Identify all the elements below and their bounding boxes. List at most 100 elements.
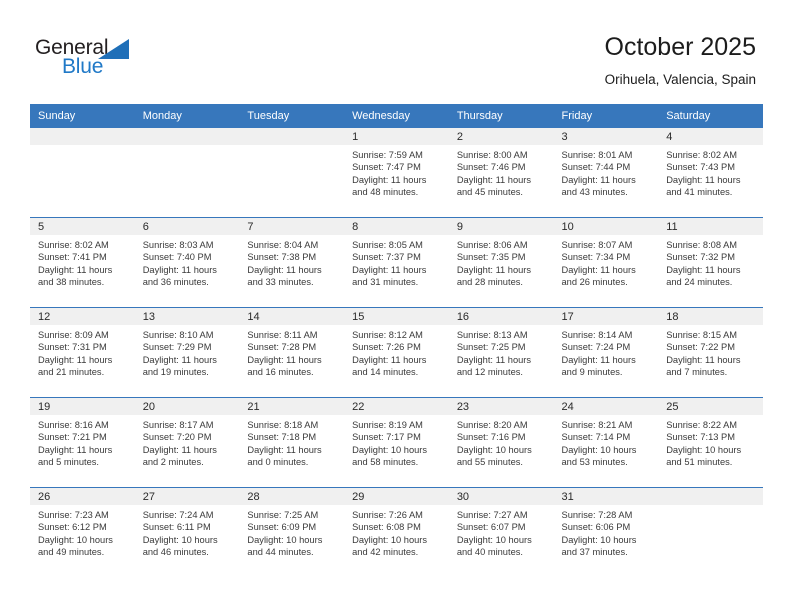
calendar-day-cell[interactable]: 1 Sunrise: 7:59 AM Sunset: 7:47 PM Daylight…	[344, 128, 449, 218]
day-number: 9	[448, 218, 554, 235]
day-sun-info: Sunrise: 8:02 AM Sunset: 7:41 PM Daylight:…	[30, 235, 135, 289]
day-sunset-text: Sunset: 7:16 PM	[456, 432, 526, 443]
day-number: 13	[134, 308, 240, 325]
day-sun-info: Sunrise: 8:07 AM Sunset: 7:34 PM Daylight:…	[554, 235, 659, 289]
calendar-day-cell[interactable]: 16 Sunrise: 8:13 AM Sunset: 7:25 PM Dayligh…	[448, 307, 554, 398]
day-daylight-line1-text: Daylight: 10 hours	[456, 534, 532, 545]
day-sunrise-text: Sunrise: 7:23 AM	[38, 510, 109, 520]
day-sun-info: Sunrise: 8:10 AM Sunset: 7:29 PM Daylight:…	[135, 325, 240, 379]
day-sun-info: Sunrise: 8:16 AM Sunset: 7:21 PM Daylight:…	[30, 415, 135, 469]
calendar-day-cell[interactable]: 22 Sunrise: 8:19 AM Sunset: 7:17 PM Dayligh…	[344, 397, 449, 488]
day-number: 17	[553, 308, 659, 325]
day-number	[30, 128, 135, 145]
day-cell-inner: 10 Sunrise: 8:07 AM Sunset: 7:34 PM Dayligh…	[553, 218, 659, 307]
day-daylight-line2-text: and 33 minutes.	[247, 277, 314, 288]
calendar-day-cell[interactable]: 8 Sunrise: 8:05 AM Sunset: 7:37 PM Daylight…	[344, 217, 449, 308]
day-daylight-line1-text: Daylight: 10 hours	[352, 534, 428, 545]
calendar-day-cell[interactable]: 20 Sunrise: 8:17 AM Sunset: 7:20 PM Dayligh…	[134, 397, 240, 488]
day-sun-info: Sunrise: 8:02 AM Sunset: 7:43 PM Daylight:…	[658, 145, 763, 199]
day-number: 8	[344, 218, 449, 235]
day-number	[239, 128, 345, 145]
calendar-day-cell[interactable]: 17 Sunrise: 8:14 AM Sunset: 7:24 PM Dayligh…	[553, 307, 659, 398]
calendar-day-cell[interactable]: 18 Sunrise: 8:15 AM Sunset: 7:22 PM Dayligh…	[658, 307, 763, 398]
logo-text-blue: Blue	[62, 55, 104, 78]
day-sunrise-text: Sunrise: 8:02 AM	[38, 240, 109, 250]
day-sun-info: Sunrise: 7:25 AM Sunset: 6:09 PM Daylight:…	[239, 505, 344, 559]
day-daylight-line2-text: and 37 minutes.	[561, 547, 628, 558]
day-cell-inner: 19 Sunrise: 8:16 AM Sunset: 7:21 PM Dayligh…	[30, 398, 135, 487]
day-number: 21	[239, 398, 345, 415]
calendar-day-cell[interactable]: 3 Sunrise: 8:01 AM Sunset: 7:44 PM Daylight…	[553, 128, 659, 218]
calendar-day-cell[interactable]: 29 Sunrise: 7:26 AM Sunset: 6:08 PM Dayligh…	[344, 487, 449, 577]
day-daylight-line1-text: Daylight: 11 hours	[666, 174, 741, 185]
calendar-day-cell[interactable]: 19 Sunrise: 8:16 AM Sunset: 7:21 PM Dayligh…	[30, 397, 135, 488]
calendar-day-cell[interactable]: 10 Sunrise: 8:07 AM Sunset: 7:34 PM Dayligh…	[553, 217, 659, 308]
day-sunset-text: Sunset: 7:40 PM	[142, 252, 212, 263]
calendar-day-cell[interactable]: 13 Sunrise: 8:10 AM Sunset: 7:29 PM Dayligh…	[134, 307, 240, 398]
day-sun-info: Sunrise: 8:20 AM Sunset: 7:16 PM Daylight:…	[449, 415, 554, 469]
day-sunrise-text: Sunrise: 8:16 AM	[38, 420, 109, 430]
calendar-body: 1 Sunrise: 7:59 AM Sunset: 7:47 PM Daylight…	[30, 128, 763, 577]
day-daylight-line1-text: Daylight: 11 hours	[38, 264, 113, 275]
calendar-day-cell[interactable]	[30, 128, 135, 218]
day-sunset-text: Sunset: 6:11 PM	[142, 522, 211, 533]
day-daylight-line2-text: and 12 minutes.	[456, 367, 523, 378]
day-sunrise-text: Sunrise: 8:12 AM	[352, 330, 423, 340]
day-sun-info: Sunrise: 8:01 AM Sunset: 7:44 PM Daylight:…	[554, 145, 659, 199]
day-sunrise-text: Sunrise: 8:13 AM	[456, 330, 528, 340]
day-sunrise-text: Sunrise: 8:18 AM	[247, 420, 319, 430]
day-sunset-text: Sunset: 7:35 PM	[456, 252, 526, 263]
day-daylight-line2-text: and 9 minutes.	[561, 367, 623, 378]
calendar-day-cell[interactable]: 28 Sunrise: 7:25 AM Sunset: 6:09 PM Dayligh…	[239, 487, 345, 577]
calendar-day-cell[interactable]: 23 Sunrise: 8:20 AM Sunset: 7:16 PM Dayligh…	[448, 397, 554, 488]
calendar-day-cell[interactable]	[239, 128, 345, 218]
day-sun-info: Sunrise: 8:09 AM Sunset: 7:31 PM Daylight:…	[30, 325, 135, 379]
day-daylight-line1-text: Daylight: 10 hours	[456, 444, 532, 455]
day-daylight-line2-text: and 58 minutes.	[352, 457, 419, 468]
calendar-day-cell[interactable]: 25 Sunrise: 8:22 AM Sunset: 7:13 PM Dayligh…	[658, 397, 763, 488]
calendar-day-cell[interactable]: 15 Sunrise: 8:12 AM Sunset: 7:26 PM Dayligh…	[344, 307, 449, 398]
day-sunrise-text: Sunrise: 8:04 AM	[247, 240, 319, 250]
calendar-day-cell[interactable]: 2 Sunrise: 8:00 AM Sunset: 7:46 PM Daylight…	[448, 128, 554, 218]
calendar-day-cell[interactable]: 6 Sunrise: 8:03 AM Sunset: 7:40 PM Daylight…	[134, 217, 240, 308]
day-number: 19	[30, 398, 135, 415]
day-daylight-line1-text: Daylight: 11 hours	[247, 354, 322, 365]
day-sunrise-text: Sunrise: 8:01 AM	[561, 150, 633, 160]
calendar-day-cell[interactable]: 14 Sunrise: 8:11 AM Sunset: 7:28 PM Dayligh…	[239, 307, 345, 398]
calendar-week-row: 1 Sunrise: 7:59 AM Sunset: 7:47 PM Daylight…	[30, 128, 763, 218]
calendar-day-cell[interactable]: 7 Sunrise: 8:04 AM Sunset: 7:38 PM Daylight…	[239, 217, 345, 308]
day-daylight-line2-text: and 24 minutes.	[666, 277, 733, 288]
calendar-day-cell[interactable]: 4 Sunrise: 8:02 AM Sunset: 7:43 PM Daylight…	[658, 128, 763, 218]
day-sun-info: Sunrise: 8:08 AM Sunset: 7:32 PM Daylight:…	[658, 235, 763, 289]
calendar-day-cell[interactable]: 24 Sunrise: 8:21 AM Sunset: 7:14 PM Dayligh…	[553, 397, 659, 488]
calendar-day-cell[interactable]: 11 Sunrise: 8:08 AM Sunset: 7:32 PM Dayligh…	[658, 217, 763, 308]
calendar-day-cell[interactable]: 30 Sunrise: 7:27 AM Sunset: 6:07 PM Dayligh…	[448, 487, 554, 577]
calendar-day-cell[interactable]: 9 Sunrise: 8:06 AM Sunset: 7:35 PM Daylight…	[448, 217, 554, 308]
day-sun-info: Sunrise: 7:23 AM Sunset: 6:12 PM Daylight:…	[30, 505, 135, 559]
calendar-day-cell[interactable]: 27 Sunrise: 7:24 AM Sunset: 6:11 PM Dayligh…	[134, 487, 240, 577]
day-daylight-line1-text: Daylight: 11 hours	[456, 174, 532, 185]
day-sunset-text: Sunset: 7:34 PM	[561, 252, 631, 263]
day-number: 28	[239, 488, 345, 505]
calendar-week-row: 5 Sunrise: 8:02 AM Sunset: 7:41 PM Daylight…	[30, 217, 763, 308]
day-daylight-line1-text: Daylight: 11 hours	[666, 264, 741, 275]
calendar-day-cell[interactable]	[658, 487, 763, 577]
day-number: 6	[134, 218, 240, 235]
day-number: 30	[448, 488, 554, 505]
day-cell-inner: 5 Sunrise: 8:02 AM Sunset: 7:41 PM Daylight…	[30, 218, 135, 307]
calendar-day-cell[interactable]	[134, 128, 240, 218]
day-sunrise-text: Sunrise: 7:25 AM	[247, 510, 319, 520]
page-header: General Blue October 2025 Orihuela, Vale…	[0, 0, 792, 104]
calendar-day-cell[interactable]: 21 Sunrise: 8:18 AM Sunset: 7:18 PM Dayligh…	[239, 397, 345, 488]
day-number: 7	[239, 218, 345, 235]
calendar-day-cell[interactable]: 26 Sunrise: 7:23 AM Sunset: 6:12 PM Dayligh…	[30, 487, 135, 577]
day-number: 27	[134, 488, 240, 505]
day-number: 25	[658, 398, 763, 415]
calendar-day-cell[interactable]: 5 Sunrise: 8:02 AM Sunset: 7:41 PM Daylight…	[30, 217, 135, 308]
day-sunrise-text: Sunrise: 8:21 AM	[561, 420, 633, 430]
day-cell-inner: 18 Sunrise: 8:15 AM Sunset: 7:22 PM Dayligh…	[658, 308, 763, 397]
day-daylight-line2-text: and 26 minutes.	[561, 277, 628, 288]
calendar-week-row: 12 Sunrise: 8:09 AM Sunset: 7:31 PM Dayligh…	[30, 307, 763, 398]
calendar-day-cell[interactable]: 31 Sunrise: 7:28 AM Sunset: 6:06 PM Dayligh…	[553, 487, 659, 577]
calendar-day-cell[interactable]: 12 Sunrise: 8:09 AM Sunset: 7:31 PM Dayligh…	[30, 307, 135, 398]
